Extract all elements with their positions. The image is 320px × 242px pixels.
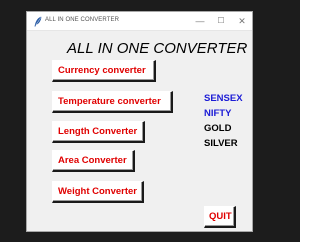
area-converter-button[interactable]: Area Converter <box>52 150 135 172</box>
minimize-button[interactable]: — <box>193 14 207 28</box>
temperature-converter-button[interactable]: Temperature converter <box>52 91 173 113</box>
close-button[interactable]: ✕ <box>235 14 249 28</box>
window-title: ALL IN ONE CONVERTER <box>45 17 120 23</box>
desktop-background: ALL IN ONE CONVERTER — ☐ ✕ ALL IN ONE CO… <box>0 0 300 242</box>
silver-label: SILVER <box>204 138 238 149</box>
quit-button[interactable]: QUIT <box>204 206 236 228</box>
page-heading: ALL IN ONE CONVERTER <box>67 40 248 57</box>
app-window: ALL IN ONE CONVERTER — ☐ ✕ ALL IN ONE CO… <box>26 11 253 232</box>
currency-converter-button[interactable]: Currency converter <box>52 60 156 82</box>
weight-converter-button[interactable]: Weight Converter <box>52 181 144 203</box>
title-bar[interactable]: ALL IN ONE CONVERTER — ☐ ✕ <box>27 12 252 31</box>
feather-icon <box>34 16 42 27</box>
length-converter-button[interactable]: Length Converter <box>52 121 145 143</box>
gold-label: GOLD <box>204 123 232 134</box>
maximize-button[interactable]: ☐ <box>214 14 228 28</box>
sensex-label: SENSEX <box>204 93 243 104</box>
nifty-label: NIFTY <box>204 108 232 119</box>
